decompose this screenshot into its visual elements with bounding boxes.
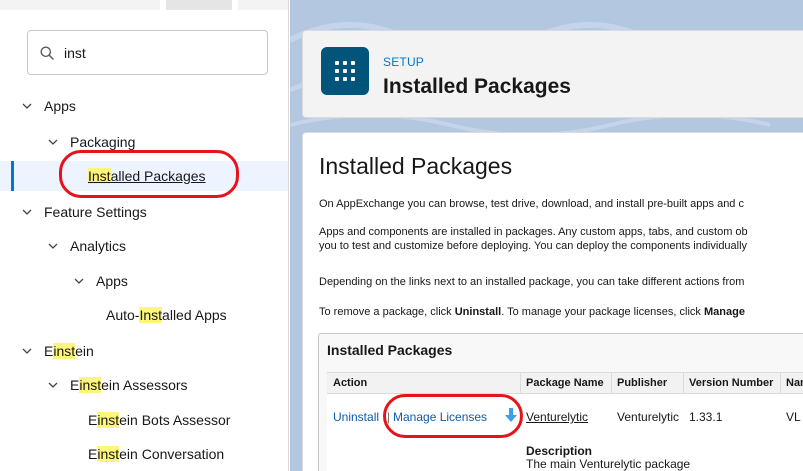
package-name-link[interactable]: Venturelytic <box>526 410 588 424</box>
tree-item-label: Analytics <box>70 238 127 254</box>
description-label: Description <box>526 444 593 458</box>
packages-paragraph-line-2: you to test and customize before deployi… <box>319 240 748 252</box>
manage-licenses-link[interactable]: Manage Licenses <box>393 410 487 424</box>
quick-find-input[interactable] <box>64 42 254 64</box>
tree-item-label: Einstein Assessors <box>70 377 188 393</box>
tree-item-4[interactable]: Analytics <box>0 231 288 261</box>
tree-item-label: Installed Packages <box>88 168 206 184</box>
chevron-down-icon[interactable] <box>22 101 32 111</box>
search-icon <box>40 46 54 60</box>
tree-item-9[interactable]: Einstein Bots Assessor <box>0 405 288 435</box>
tree-item-2[interactable]: Installed Packages <box>0 161 288 191</box>
col-version-number: Version Number <box>689 377 774 389</box>
tree-item-0[interactable]: Apps <box>0 91 288 121</box>
tree-item-7[interactable]: Einstein <box>0 336 288 366</box>
tree-item-6[interactable]: Auto-Installed Apps <box>0 300 288 330</box>
tree-item-label: Feature Settings <box>44 204 147 220</box>
packages-paragraph-line-1: Apps and components are installed in pac… <box>319 226 748 238</box>
search-match-highlight: Inst <box>139 307 163 323</box>
col-namespace: Nam <box>786 377 803 389</box>
chevron-down-icon[interactable] <box>48 380 58 390</box>
setup-app-icon <box>321 47 369 95</box>
tree-item-label: Packaging <box>70 134 136 150</box>
panel-title: Installed Packages <box>327 342 453 358</box>
namespace-cell: VL <box>786 410 801 424</box>
remove-text-c: . To manage your package licenses, click <box>501 306 704 318</box>
search-match-highlight: inst <box>97 412 120 428</box>
description-text: The main Venturelytic package <box>526 457 691 471</box>
quick-find-box[interactable] <box>27 30 268 75</box>
chevron-down-icon[interactable] <box>74 276 84 286</box>
search-match-highlight: inst <box>53 343 76 359</box>
chevron-down-icon[interactable] <box>22 207 32 217</box>
setup-sidebar: Apps Packaging Installed Packages Feature S… <box>0 0 289 471</box>
chevron-down-icon[interactable] <box>48 137 58 147</box>
remove-text-manage: Manage <box>703 306 745 318</box>
col-package-name: Package Name <box>526 377 604 389</box>
version-cell: 1.33.1 <box>689 410 723 424</box>
tree-item-label: Einstein Conversation <box>88 446 225 462</box>
action-separator: | <box>387 410 391 424</box>
tree-item-1[interactable]: Packaging <box>0 127 288 157</box>
col-publisher: Publisher <box>617 377 668 389</box>
search-match-highlight: Inst <box>88 168 111 184</box>
chevron-down-icon[interactable] <box>48 241 58 251</box>
search-match-highlight: inst <box>79 377 102 393</box>
setup-kicker: SETUP <box>383 55 425 69</box>
search-match-highlight: inst <box>97 446 120 462</box>
remove-text-uninstall: Uninstall <box>454 306 502 318</box>
table-header: Action Package Name Publisher Version Nu… <box>327 372 803 395</box>
intro-paragraph: On AppExchange you can browse, test driv… <box>319 198 744 210</box>
remove-paragraph: To remove a package, click Uninstall. To… <box>319 305 745 319</box>
chevron-down-icon[interactable] <box>22 346 32 356</box>
tree-item-8[interactable]: Einstein Assessors <box>0 370 288 400</box>
col-action: Action <box>333 377 368 389</box>
download-arrow-icon <box>505 408 517 422</box>
tree-item-label: Einstein Bots Assessor <box>88 412 231 428</box>
remove-text-a: To remove a package, click <box>319 306 455 318</box>
content-heading: Installed Packages <box>319 153 513 179</box>
publisher-cell: Venturelytic <box>617 410 680 424</box>
tree-item-5[interactable]: Apps <box>0 266 288 296</box>
actions-paragraph: Depending on the links next to an instal… <box>319 276 745 288</box>
tree-item-10[interactable]: Einstein Conversation <box>0 439 288 469</box>
table-row: Uninstall | Manage Licenses Venturelytic… <box>327 394 803 471</box>
tree-item-label: Apps <box>96 273 128 289</box>
uninstall-link[interactable]: Uninstall <box>333 410 379 424</box>
page-header: SETUP Installed Packages <box>302 30 803 118</box>
tree-item-label: Einstein <box>44 343 94 359</box>
tree-item-label: Auto-Installed Apps <box>106 307 227 323</box>
tree-item-label: Apps <box>44 98 76 114</box>
page-title: Installed Packages <box>383 75 571 98</box>
sidebar-top-strip <box>0 0 288 10</box>
content-card: Installed Packages On AppExchange you ca… <box>302 132 803 471</box>
setup-main: SETUP Installed Packages Installed Packa… <box>290 0 803 471</box>
installed-packages-panel: Installed Packages Action Package Name P… <box>318 333 803 471</box>
tree-item-3[interactable]: Feature Settings <box>0 197 288 227</box>
